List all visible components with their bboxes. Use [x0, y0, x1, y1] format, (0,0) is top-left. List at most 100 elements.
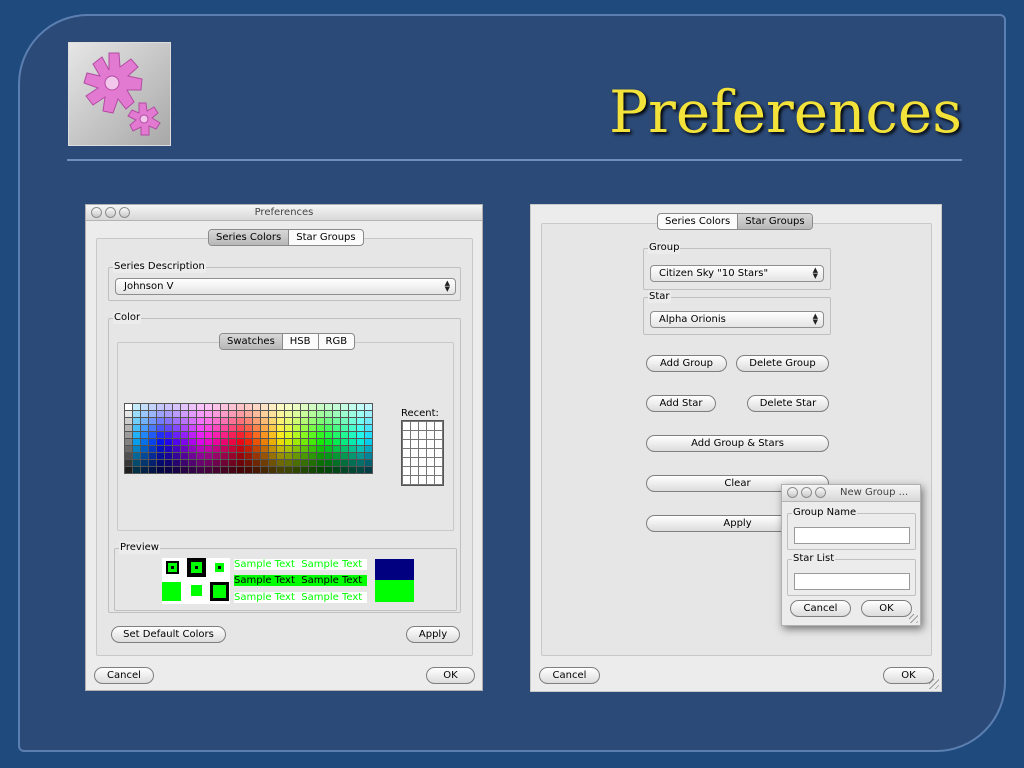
color-swatch[interactable]: [253, 411, 260, 417]
color-swatch[interactable]: [157, 460, 164, 466]
color-swatch[interactable]: [125, 418, 132, 424]
color-swatch[interactable]: [253, 425, 260, 431]
recent-swatch[interactable]: [435, 440, 442, 448]
dialog-ok-button[interactable]: OK: [861, 600, 912, 617]
zoom-icon[interactable]: [815, 487, 826, 498]
color-swatch[interactable]: [357, 425, 364, 431]
color-swatch[interactable]: [269, 411, 276, 417]
color-swatch[interactable]: [309, 404, 316, 410]
color-swatch[interactable]: [181, 418, 188, 424]
color-swatch[interactable]: [261, 467, 268, 473]
color-swatch[interactable]: [317, 418, 324, 424]
color-swatch[interactable]: [205, 439, 212, 445]
color-swatch[interactable]: [205, 418, 212, 424]
close-icon[interactable]: [787, 487, 798, 498]
recent-swatch[interactable]: [411, 422, 418, 430]
color-swatch[interactable]: [365, 418, 372, 424]
color-swatch[interactable]: [197, 460, 204, 466]
color-swatch[interactable]: [365, 453, 372, 459]
color-swatch[interactable]: [325, 467, 332, 473]
color-swatch[interactable]: [125, 432, 132, 438]
color-swatch[interactable]: [181, 404, 188, 410]
color-swatch[interactable]: [245, 425, 252, 431]
color-swatch[interactable]: [133, 418, 140, 424]
color-swatch[interactable]: [173, 460, 180, 466]
color-swatch[interactable]: [349, 453, 356, 459]
tab-swatches[interactable]: Swatches: [220, 334, 283, 349]
color-swatch[interactable]: [285, 439, 292, 445]
color-swatch[interactable]: [181, 425, 188, 431]
color-swatch[interactable]: [325, 446, 332, 452]
recent-swatch[interactable]: [403, 422, 410, 430]
group-select[interactable]: Citizen Sky "10 Stars" ▲ ▼: [650, 265, 824, 282]
color-swatch[interactable]: [309, 418, 316, 424]
recent-swatch[interactable]: [419, 467, 426, 475]
color-swatch[interactable]: [357, 453, 364, 459]
color-swatch[interactable]: [245, 460, 252, 466]
color-swatch[interactable]: [205, 467, 212, 473]
color-swatch[interactable]: [197, 453, 204, 459]
color-swatch[interactable]: [325, 411, 332, 417]
color-swatch[interactable]: [365, 467, 372, 473]
set-default-colors-button[interactable]: Set Default Colors: [111, 626, 226, 643]
color-swatch[interactable]: [141, 439, 148, 445]
color-swatch[interactable]: [349, 418, 356, 424]
delete-star-button[interactable]: Delete Star: [747, 395, 829, 412]
color-swatch[interactable]: [173, 404, 180, 410]
color-swatch[interactable]: [317, 439, 324, 445]
recent-swatch[interactable]: [427, 476, 434, 484]
color-swatch[interactable]: [333, 411, 340, 417]
color-swatch[interactable]: [293, 467, 300, 473]
color-swatch[interactable]: [349, 404, 356, 410]
color-swatch[interactable]: [357, 404, 364, 410]
color-swatch[interactable]: [293, 446, 300, 452]
color-swatch[interactable]: [301, 467, 308, 473]
color-swatch[interactable]: [237, 446, 244, 452]
color-swatch[interactable]: [325, 425, 332, 431]
color-swatch[interactable]: [149, 446, 156, 452]
color-swatch[interactable]: [301, 418, 308, 424]
color-swatch[interactable]: [173, 439, 180, 445]
add-star-button[interactable]: Add Star: [646, 395, 716, 412]
color-swatch[interactable]: [301, 460, 308, 466]
close-icon[interactable]: [91, 207, 102, 218]
color-swatch[interactable]: [301, 411, 308, 417]
color-swatch[interactable]: [309, 411, 316, 417]
color-swatch[interactable]: [125, 453, 132, 459]
color-swatch[interactable]: [125, 411, 132, 417]
color-swatch[interactable]: [253, 453, 260, 459]
color-swatch[interactable]: [221, 432, 228, 438]
color-swatch[interactable]: [341, 404, 348, 410]
color-swatch[interactable]: [269, 432, 276, 438]
color-swatch[interactable]: [221, 439, 228, 445]
color-swatch[interactable]: [165, 467, 172, 473]
color-swatch[interactable]: [133, 446, 140, 452]
color-swatch[interactable]: [357, 432, 364, 438]
color-swatch[interactable]: [349, 432, 356, 438]
color-swatch[interactable]: [357, 460, 364, 466]
color-swatch[interactable]: [213, 418, 220, 424]
color-swatch[interactable]: [205, 404, 212, 410]
dialog-cancel-button[interactable]: Cancel: [790, 600, 851, 617]
color-swatch[interactable]: [189, 432, 196, 438]
color-swatch[interactable]: [277, 467, 284, 473]
color-swatch[interactable]: [133, 467, 140, 473]
color-swatch[interactable]: [189, 418, 196, 424]
color-swatch[interactable]: [125, 404, 132, 410]
color-swatch[interactable]: [269, 439, 276, 445]
color-swatch[interactable]: [205, 411, 212, 417]
apply-button[interactable]: Apply: [406, 626, 460, 643]
recent-swatch[interactable]: [419, 422, 426, 430]
color-swatch[interactable]: [157, 418, 164, 424]
color-swatch[interactable]: [165, 418, 172, 424]
color-swatch[interactable]: [181, 460, 188, 466]
color-swatch[interactable]: [293, 439, 300, 445]
color-swatch[interactable]: [285, 446, 292, 452]
recent-swatch[interactable]: [419, 440, 426, 448]
color-swatch[interactable]: [277, 425, 284, 431]
color-swatch[interactable]: [285, 453, 292, 459]
add-group-button[interactable]: Add Group: [646, 355, 727, 372]
color-swatch[interactable]: [277, 446, 284, 452]
color-swatch[interactable]: [317, 432, 324, 438]
color-swatch[interactable]: [349, 411, 356, 417]
